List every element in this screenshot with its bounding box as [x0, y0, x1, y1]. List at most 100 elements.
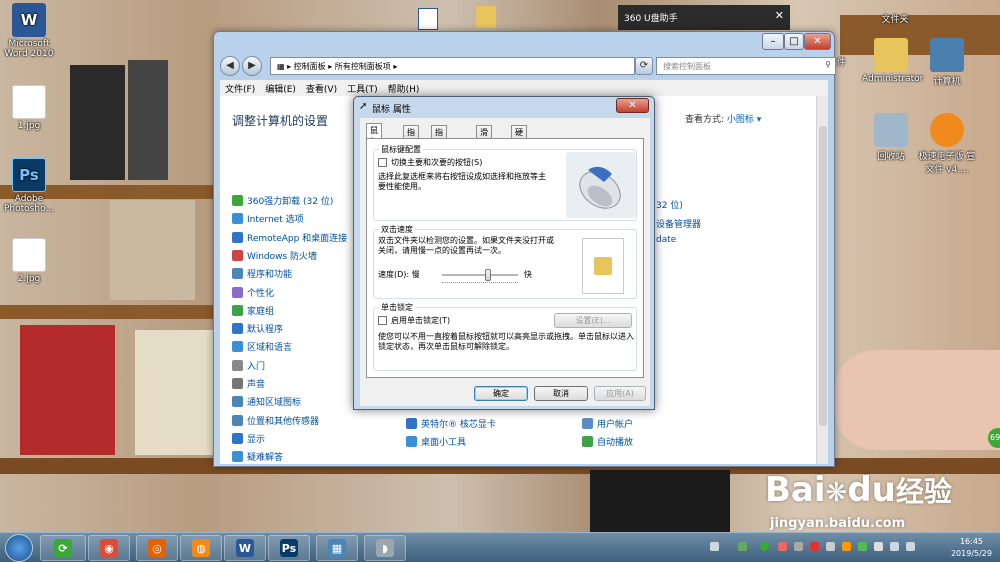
cp-item[interactable]: 设备管理器	[656, 217, 701, 230]
tray-icon[interactable]	[778, 542, 787, 551]
360-usb-helper-window[interactable]: 360 U盘助手 ✕	[618, 5, 790, 30]
word-doc-icon[interactable]	[418, 8, 438, 30]
tab-pointer-options[interactable]: 指针选项	[431, 125, 447, 170]
tray-360-icon[interactable]	[760, 542, 769, 551]
start-button[interactable]	[5, 534, 33, 562]
desktop-icon-app[interactable]: 极速电子版 宣文件 v4....	[918, 113, 976, 175]
switch-buttons-checkbox[interactable]: 切换主要和次要的按钮(S)	[378, 157, 482, 168]
taskbar-button[interactable]: ▦	[316, 535, 358, 561]
cp-item[interactable]: 程序和功能	[232, 267, 292, 280]
checkbox-box[interactable]	[378, 316, 387, 325]
cp-item[interactable]: 个性化	[232, 286, 274, 299]
speed-slider-track[interactable]	[442, 274, 518, 276]
image-icon	[12, 85, 46, 119]
desktop-icon-recycle-bin[interactable]: 回收站	[862, 113, 920, 162]
cp-item-label: 显示	[247, 434, 266, 445]
vertical-scrollbar[interactable]	[816, 96, 828, 464]
network-icon[interactable]	[890, 542, 899, 551]
close-button[interactable]: ✕	[804, 33, 831, 50]
address-bar[interactable]: ▦ ▸ 控制面板 ▸ 所有控制面板项 ▸	[270, 57, 635, 75]
cp-item[interactable]: 疑难解答	[232, 450, 283, 463]
desktop-icon-computer[interactable]: 计算机	[918, 38, 976, 87]
menu-file[interactable]: 文件(F)	[220, 80, 260, 97]
checkbox-box[interactable]	[378, 158, 387, 167]
menu-help[interactable]: 帮助(H)	[383, 80, 425, 97]
refresh-button[interactable]: ⟳	[635, 57, 653, 75]
cp-item[interactable]: Windows 防火墙	[232, 249, 317, 262]
cp-item[interactable]: 显示	[232, 432, 265, 445]
cp-item[interactable]: 默认程序	[232, 322, 283, 335]
tray-icon[interactable]	[874, 542, 883, 551]
tray-icon[interactable]	[794, 542, 803, 551]
taskbar-button[interactable]: ◗	[364, 535, 406, 561]
desktop-icon-folder[interactable]: 文件夹	[866, 12, 924, 25]
tab-pointers[interactable]: 指针	[403, 125, 419, 148]
desktop-icon-2jpg[interactable]: 2.jpg	[0, 238, 58, 284]
taskbar-button[interactable]: Ps	[268, 535, 310, 561]
breadcrumb-item[interactable]: 所有控制面板项	[335, 62, 391, 71]
desktop-icon-administrator[interactable]: Administrator	[862, 38, 923, 84]
click-lock-checkbox[interactable]: 启用单击锁定(T)	[378, 315, 450, 326]
desktop-icon-photoshop[interactable]: Ps Adobe Photosho...	[0, 158, 58, 214]
taskbar-button[interactable]: ◍	[180, 535, 222, 561]
cp-item-label: 入门	[247, 361, 266, 372]
cp-item[interactable]: 桌面小工具	[406, 435, 466, 448]
desktop-icon-word[interactable]: W Microsoft Word 2010	[0, 3, 58, 59]
search-input[interactable]: 搜索控制面板 ⚲	[656, 57, 836, 75]
cp-item[interactable]: 通知区域图标	[232, 395, 301, 408]
tray-icon[interactable]	[842, 542, 851, 551]
cp-item[interactable]: 360强力卸载 (32 位)	[232, 194, 333, 207]
cp-item[interactable]: 家庭组	[232, 304, 274, 317]
volume-icon[interactable]	[906, 542, 915, 551]
folder-icon[interactable]	[594, 257, 612, 275]
tray-icon[interactable]	[738, 542, 747, 551]
folder-icon[interactable]	[476, 6, 496, 28]
menu-view[interactable]: 查看(V)	[301, 80, 342, 97]
test-folder-area[interactable]	[582, 238, 624, 294]
tab-wheel[interactable]: 滑轮	[476, 125, 492, 148]
mouse-illustration	[566, 152, 636, 218]
cancel-button[interactable]: 取消	[534, 386, 588, 401]
tray-icon[interactable]	[858, 542, 867, 551]
cp-item[interactable]: RemoteApp 和桌面连接	[232, 231, 347, 244]
tab-hardware[interactable]: 硬件	[511, 125, 527, 148]
tray-keyboard-icon[interactable]	[710, 542, 719, 551]
menu-edit[interactable]: 编辑(E)	[260, 80, 301, 97]
view-by-dropdown[interactable]: 小图标 ▾	[727, 115, 761, 125]
cp-item[interactable]: 声音	[232, 377, 265, 390]
minimize-button[interactable]: –	[762, 33, 784, 50]
settings-button[interactable]: 设置(E)...	[554, 313, 632, 328]
cp-item[interactable]: 32 位)	[656, 198, 683, 211]
taskbar-button[interactable]: ⟳	[40, 535, 86, 561]
location-icon	[232, 414, 243, 426]
title-bar[interactable]: – □ ✕	[214, 32, 834, 53]
menu-tools[interactable]: 工具(T)	[342, 80, 383, 97]
speed-slider-thumb[interactable]	[484, 269, 491, 281]
desktop-icon-1jpg[interactable]: 1.jpg	[0, 85, 58, 131]
cp-item[interactable]: 区域和语言	[232, 340, 292, 353]
apply-button[interactable]: 应用(A)	[594, 386, 646, 401]
cp-item[interactable]: 英特尔® 核芯显卡	[406, 417, 496, 430]
taskbar-button[interactable]: W	[224, 535, 266, 561]
close-icon[interactable]: ✕	[775, 9, 784, 22]
back-button[interactable]: ◀	[220, 56, 240, 76]
cp-item[interactable]: 入门	[232, 359, 265, 372]
close-button[interactable]: ✕	[616, 98, 649, 113]
breadcrumb-item[interactable]: 控制面板	[294, 62, 326, 71]
cp-item[interactable]: 用户帐户	[582, 417, 633, 430]
taskbar-button[interactable]: ◉	[88, 535, 130, 561]
tray-icon[interactable]	[810, 542, 819, 551]
cp-item[interactable]: date	[656, 235, 676, 245]
cp-item[interactable]: 自动播放	[582, 435, 633, 448]
cp-item[interactable]: 位置和其他传感器	[232, 414, 319, 427]
forward-button[interactable]: ▶	[242, 56, 262, 76]
tray-icon[interactable]	[826, 542, 835, 551]
clock[interactable]: 16:45 2019/5/29	[951, 536, 992, 560]
ok-button[interactable]: 确定	[474, 386, 528, 401]
mouse-properties-dialog[interactable]: ➚ 鼠标 属性 ✕ 鼠标键 指针 指针选项 滑轮 硬件 鼠标键配置 切换主要和次…	[353, 96, 655, 410]
group-label: 双击速度	[379, 224, 415, 235]
cp-item[interactable]: Internet 选项	[232, 212, 304, 225]
maximize-button[interactable]: □	[784, 33, 804, 50]
scroll-thumb[interactable]	[819, 126, 827, 426]
taskbar-button[interactable]: ◎	[136, 535, 178, 561]
